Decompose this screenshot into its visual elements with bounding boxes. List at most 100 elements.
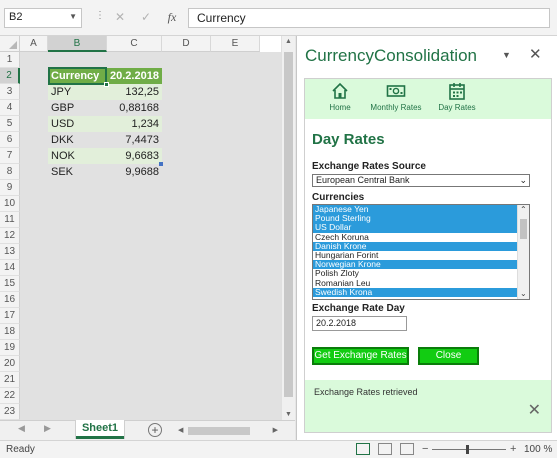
row-header-13[interactable]: 13 — [0, 244, 20, 260]
scroll-down-icon[interactable]: ⌄ — [520, 289, 527, 298]
row-header-3[interactable]: 3 — [0, 84, 20, 100]
nav-home[interactable]: Home — [323, 81, 357, 112]
zoom-slider[interactable] — [432, 449, 506, 450]
select-all-corner[interactable] — [0, 36, 20, 52]
column-header-a[interactable]: A — [20, 36, 48, 52]
scroll-up-icon[interactable]: ▲ — [285, 38, 292, 45]
zoom-out-icon[interactable]: − — [422, 443, 428, 455]
table-cell-currency[interactable]: USD — [48, 116, 107, 132]
row-header-9[interactable]: 9 — [0, 180, 20, 196]
rate-day-input[interactable]: 20.2.2018 — [312, 316, 407, 331]
page-heading: Day Rates — [312, 131, 385, 148]
row-header-4[interactable]: 4 — [0, 100, 20, 116]
row-header-8[interactable]: 8 — [0, 164, 20, 180]
zoom-level[interactable]: 100 % — [524, 444, 552, 455]
next-sheet-icon[interactable]: ▶ — [44, 423, 51, 434]
name-box[interactable]: B2 ▼ — [4, 8, 82, 28]
row-header-19[interactable]: 19 — [0, 340, 20, 356]
worksheet-grid[interactable]: ABCDE 1 2 3 4 5 6 7 8 9 10 11 12 13 14 15 16 17 18 19 20 21 2… — [0, 36, 295, 420]
horizontal-scrollbar[interactable]: ◀ ▶ — [176, 425, 280, 437]
table-cell-currency[interactable]: NOK — [48, 148, 107, 164]
column-header-b[interactable]: B — [48, 36, 107, 52]
scroll-thumb[interactable] — [284, 52, 293, 397]
page-break-view-icon[interactable] — [400, 443, 414, 455]
column-header-d[interactable]: D — [162, 36, 211, 52]
row-header-6[interactable]: 6 — [0, 132, 20, 148]
scroll-right-icon[interactable]: ▶ — [273, 426, 278, 434]
table-cell-currency[interactable]: SEK — [48, 164, 107, 180]
source-select[interactable]: European Central Bank ⌄ — [312, 174, 530, 187]
table-cell-rate[interactable]: 1,234 — [107, 116, 162, 132]
row-header-2[interactable]: 2 — [0, 68, 20, 84]
column-header-c[interactable]: C — [107, 36, 162, 52]
row-header-20[interactable]: 20 — [0, 356, 20, 372]
addin-nav: Home Monthly Rates Day Rates — [305, 79, 551, 119]
row-header-21[interactable]: 21 — [0, 372, 20, 388]
scroll-left-icon[interactable]: ◀ — [178, 426, 183, 434]
message-bar: Exchange Rates retrieved ✕ — [305, 380, 551, 432]
sheet-tab-bar: ◀ ▶ Sheet1 + ◀ ▶ — [0, 420, 295, 440]
scroll-up-icon[interactable]: ⌃ — [520, 205, 527, 214]
row-header-22[interactable]: 22 — [0, 388, 20, 404]
row-header-1[interactable]: 1 — [0, 52, 20, 68]
nav-monthly-rates-label: Monthly Rates — [370, 103, 422, 112]
table-resize-handle[interactable] — [159, 162, 163, 166]
row-header-14[interactable]: 14 — [0, 260, 20, 276]
enter-icon[interactable]: ✓ — [137, 10, 155, 26]
row-header-5[interactable]: 5 — [0, 116, 20, 132]
close-button[interactable]: Close — [418, 347, 479, 365]
normal-view-icon[interactable] — [356, 443, 370, 455]
page-layout-view-icon[interactable] — [378, 443, 392, 455]
get-exchange-rates-button[interactable]: Get Exchange Rates — [312, 347, 409, 365]
table-header-cell[interactable]: 20.2.2018 — [107, 68, 162, 84]
table-cell-rate[interactable]: 9,9688 — [107, 164, 162, 180]
table-cell-currency[interactable]: DKK — [48, 132, 107, 148]
close-icon[interactable]: ✕ — [529, 45, 542, 63]
row-header-11[interactable]: 11 — [0, 212, 20, 228]
dismiss-icon[interactable]: ✕ — [528, 400, 541, 420]
h-scroll-thumb[interactable] — [188, 427, 250, 435]
money-icon — [386, 85, 406, 97]
nav-home-label: Home — [329, 103, 351, 112]
cancel-icon[interactable]: ✕ — [111, 10, 129, 26]
currency-option[interactable]: Swedish Krona — [313, 287, 529, 297]
table-cell-rate[interactable]: 0,88168 — [107, 100, 162, 116]
row-header-17[interactable]: 17 — [0, 308, 20, 324]
prev-sheet-icon[interactable]: ◀ — [18, 423, 25, 434]
row-header-12[interactable]: 12 — [0, 228, 20, 244]
table-header-cell[interactable]: Currency — [48, 68, 107, 84]
currencies-listbox[interactable]: Japanese Yen Pound Sterling US Dollar Czech… — [312, 204, 530, 300]
vertical-scrollbar[interactable]: ▲ ▼ — [281, 36, 295, 420]
zoom-slider-knob[interactable] — [466, 445, 469, 454]
fill-handle[interactable] — [104, 82, 109, 87]
column-header-e[interactable]: E — [211, 36, 260, 52]
formula-input[interactable]: Currency — [188, 8, 550, 28]
scroll-down-icon[interactable]: ▼ — [285, 411, 292, 418]
row-header-23[interactable]: 23 — [0, 404, 20, 420]
pane-options-icon[interactable]: ▼ — [502, 50, 511, 60]
chevron-down-icon[interactable]: ▼ — [69, 12, 77, 21]
table-cell-rate[interactable]: 132,25 — [107, 84, 162, 100]
formula-bar: B2 ▼ ⋮ ✕ ✓ fx Currency — [0, 0, 557, 36]
currencies-label: Currencies — [312, 192, 365, 203]
sheet-tab-sheet1[interactable]: Sheet1 — [76, 420, 124, 439]
row-header-10[interactable]: 10 — [0, 196, 20, 212]
table-cell-rate[interactable]: 9,6683 — [107, 148, 162, 164]
row-header-16[interactable]: 16 — [0, 292, 20, 308]
row-header-7[interactable]: 7 — [0, 148, 20, 164]
nav-day-rates[interactable]: Day Rates — [437, 81, 477, 112]
nav-monthly-rates[interactable]: Monthly Rates — [369, 81, 423, 112]
chevron-down-icon[interactable]: ⌄ — [519, 175, 527, 186]
rate-day-label: Exchange Rate Day — [312, 303, 405, 314]
insert-function-icon[interactable]: fx — [163, 10, 181, 26]
row-header-15[interactable]: 15 — [0, 276, 20, 292]
listbox-scrollbar[interactable]: ⌃ ⌄ — [517, 205, 529, 299]
table-cell-currency[interactable]: JPY — [48, 84, 107, 100]
table-cell-rate[interactable]: 7,4473 — [107, 132, 162, 148]
add-sheet-icon[interactable]: + — [148, 423, 162, 437]
zoom-in-icon[interactable]: + — [510, 443, 516, 455]
row-header-18[interactable]: 18 — [0, 324, 20, 340]
listbox-scroll-thumb[interactable] — [520, 219, 527, 239]
table-cell-currency[interactable]: GBP — [48, 100, 107, 116]
pane-title: CurrencyConsolidation — [305, 46, 477, 65]
